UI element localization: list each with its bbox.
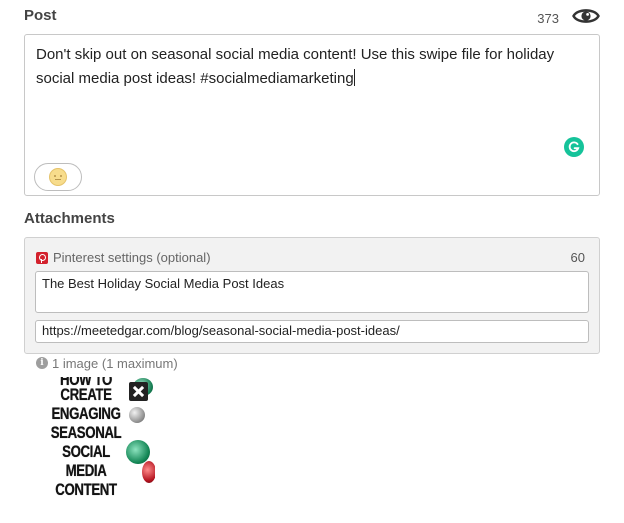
ornament-image: [142, 461, 155, 483]
info-icon: i: [36, 357, 48, 369]
attachments-label: Attachments: [24, 210, 115, 227]
text-caret: [353, 69, 355, 86]
thumbnail-text-line: CONTENT: [55, 480, 117, 499]
post-label: Post: [24, 7, 57, 24]
post-text: Don't skip out on seasonal social media …: [36, 46, 555, 87]
pinterest-settings-label: Pinterest settings (optional): [53, 250, 211, 265]
pinterest-icon: [36, 252, 48, 264]
thumbnail-text-line: SEASONAL: [50, 423, 122, 442]
pin-url-field[interactable]: https://meetedgar.com/blog/seasonal-soci…: [35, 320, 589, 343]
thumbnail-text-line: SOCIAL: [62, 442, 110, 461]
pinterest-settings-panel: Pinterest settings (optional) 60 The Bes…: [24, 237, 600, 354]
post-header: Post 373: [24, 5, 600, 29]
thumbnail-text-line: ENGAGING: [51, 404, 121, 423]
eye-icon[interactable]: [572, 5, 600, 27]
thumbnail-text-line: CREATE: [60, 385, 112, 404]
post-editor[interactable]: Don't skip out on seasonal social media …: [24, 34, 600, 196]
pin-title-field[interactable]: The Best Holiday Social Media Post Ideas: [35, 271, 589, 313]
ornament-image: [129, 407, 145, 423]
grammarly-icon[interactable]: [564, 137, 584, 157]
thumbnail-text-line: MEDIA: [65, 461, 107, 480]
post-text-area[interactable]: Don't skip out on seasonal social media …: [36, 43, 586, 91]
emoji-picker-button[interactable]: [34, 163, 82, 191]
pin-url-value: https://meetedgar.com/blog/seasonal-soci…: [42, 323, 400, 338]
pinterest-character-count: 60: [570, 250, 585, 265]
pin-title-value: The Best Holiday Social Media Post Ideas: [42, 276, 285, 291]
post-character-count: 373: [537, 11, 559, 26]
remove-image-button[interactable]: [129, 382, 148, 401]
image-count-text: 1 image (1 maximum): [52, 356, 178, 371]
smiley-emoji-icon: [49, 168, 67, 186]
